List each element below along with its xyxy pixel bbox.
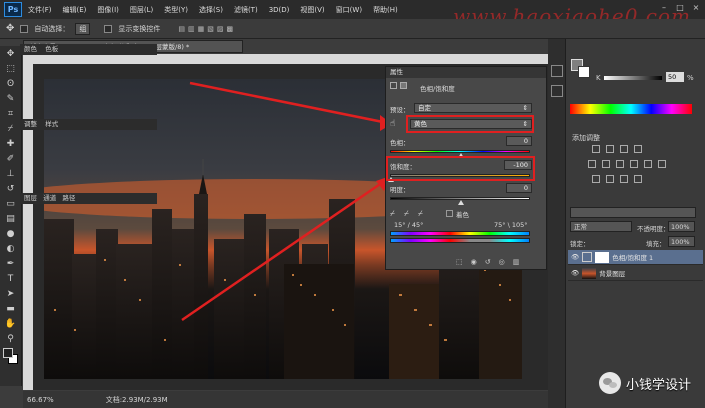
k-label: K (596, 74, 601, 82)
gradient-map-icon[interactable] (634, 175, 642, 183)
hue-saturation-icon[interactable] (602, 160, 610, 168)
adjustment-icon (390, 82, 397, 89)
preset-dropdown[interactable]: 自定 ⇕ (414, 103, 532, 113)
saturation-highlight-box (386, 156, 535, 181)
lightness-slider-thumb[interactable] (458, 200, 464, 205)
channel-mixer-icon[interactable] (658, 160, 666, 168)
levels-icon[interactable] (606, 145, 614, 153)
colorize-checkbox[interactable] (446, 210, 453, 217)
panel-footer-icons: ⬚ ◉ ↺ ◎ ▥ (456, 258, 519, 266)
eye-icon[interactable]: 👁 (571, 269, 579, 277)
view-previous-icon[interactable]: ◉ (471, 258, 477, 266)
fill-value[interactable]: 100% (668, 236, 695, 247)
threshold-icon[interactable] (620, 175, 628, 183)
properties-icon[interactable] (550, 85, 563, 97)
curves-icon[interactable] (620, 145, 628, 153)
opacity-label: 不透明度： (637, 225, 670, 233)
preset-label: 预设： (390, 106, 410, 114)
color-balance-icon[interactable] (616, 160, 624, 168)
colorize-label: 着色 (456, 211, 469, 219)
arrow-to-saturation (181, 178, 387, 322)
arrow-to-channel (189, 81, 389, 125)
layer-name[interactable]: 色相/饱和度 1 (612, 252, 653, 262)
background-color-swatch[interactable] (578, 66, 590, 78)
brightness-icon[interactable] (592, 145, 600, 153)
adjustment-layer-icon (582, 252, 593, 262)
doc-size: 文档:2.93M/2.93M (105, 395, 168, 404)
color-spectrum-bar[interactable] (570, 104, 692, 114)
layer-row[interactable]: 👁 色相/饱和度 1 (568, 250, 703, 265)
color-panel-tabs: 颜色 色板 (20, 44, 157, 55)
mask-icon[interactable] (400, 82, 407, 89)
layer-row[interactable]: 👁 背景图层 (568, 266, 703, 281)
tab-paths[interactable]: 路径 (62, 194, 75, 202)
hue-value[interactable]: 0 (506, 136, 532, 146)
status-bar: 66.67% 文档:2.93M/2.93M (23, 391, 563, 408)
reset-icon[interactable]: ↺ (485, 258, 491, 266)
invert-icon[interactable] (592, 175, 600, 183)
channel-highlight-box (406, 115, 534, 133)
eye-icon[interactable]: 👁 (571, 253, 579, 261)
layer-name[interactable]: 背景图层 (599, 268, 625, 278)
properties-title: 属性 (386, 67, 546, 78)
k-unit: % (687, 74, 694, 82)
color-range-bar-top (390, 231, 530, 236)
layer-filter-bar[interactable] (570, 207, 696, 218)
layers-panel-tabs: 图层 通道 路径 (20, 193, 157, 204)
exposure-icon[interactable] (634, 145, 642, 153)
history-icon[interactable] (550, 65, 563, 77)
eyedropper-plus-icon[interactable]: ⌿ (404, 209, 409, 219)
delete-icon[interactable]: ▥ (513, 258, 520, 266)
range-left-value: 15° / 45° (394, 221, 424, 229)
hue-label: 色相： (390, 139, 410, 147)
lock-label: 锁定： (570, 240, 590, 248)
visibility-icon[interactable]: ◎ (499, 258, 505, 266)
opacity-value[interactable]: 100% (668, 221, 695, 232)
properties-panel: 属性 色相/饱和度 预设： 自定 ⇕ ☝ 黄色 ⇕ 色相： 0 饱和度： -100 … (385, 66, 547, 270)
blend-mode-dropdown[interactable]: 正常 (570, 221, 632, 232)
wechat-watermark: 小钱学设计 (598, 372, 691, 394)
tab-color[interactable]: 颜色 (24, 45, 37, 53)
layer-mask-thumbnail[interactable] (595, 251, 610, 263)
fill-label: 填充： (646, 240, 666, 248)
tab-styles[interactable]: 样式 (45, 120, 58, 128)
tab-swatches[interactable]: 色板 (45, 45, 58, 53)
adjustments-panel-tabs: 调整 样式 (20, 119, 157, 130)
lightness-label: 明度： (390, 186, 410, 194)
tab-channels[interactable]: 通道 (43, 194, 56, 202)
range-right-value: 75° \ 105° (494, 221, 528, 229)
eyedropper-minus-icon[interactable]: ⌿ (418, 209, 423, 219)
k-value[interactable]: 50 (666, 72, 684, 82)
eyedropper-icon[interactable]: ⌿ (390, 209, 395, 219)
black-white-icon[interactable] (630, 160, 638, 168)
tab-adjustments[interactable]: 调整 (24, 120, 37, 128)
wechat-watermark-text: 小钱学设计 (625, 377, 691, 393)
photo-filter-icon[interactable] (644, 160, 652, 168)
vibrance-icon[interactable] (588, 160, 596, 168)
layer-thumbnail (582, 267, 597, 279)
properties-subtitle: 色相/饱和度 (420, 85, 455, 93)
k-slider-track[interactable] (604, 76, 662, 80)
color-range-bar-bottom[interactable] (390, 238, 530, 243)
panel-icon-strip (548, 39, 566, 408)
tab-layers[interactable]: 图层 (24, 194, 37, 202)
zoom-level[interactable]: 66.67% (27, 396, 54, 404)
clip-icon[interactable]: ⬚ (456, 258, 463, 266)
posterize-icon[interactable] (606, 175, 614, 183)
hand-icon[interactable]: ☝ (390, 119, 395, 129)
wechat-icon (598, 372, 621, 394)
lightness-value[interactable]: 0 (506, 183, 532, 193)
add-adjustment-title: 添加调整 (572, 134, 600, 142)
